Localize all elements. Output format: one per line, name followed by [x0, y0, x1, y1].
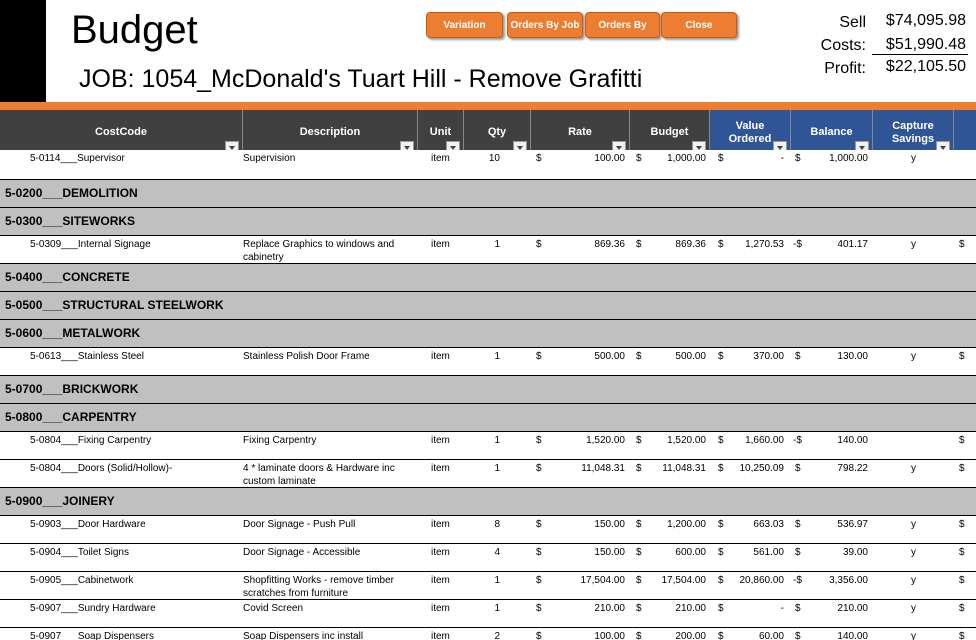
orange-divider: [0, 102, 976, 110]
costs-value: $51,990.48: [885, 36, 966, 53]
section-row[interactable]: 5-0400___CONCRETE: [0, 264, 976, 292]
section-row[interactable]: 5-0500___STRUCTURAL STEELWORK: [0, 292, 976, 320]
sell-value: $74,095.98: [885, 12, 966, 29]
costs-underline: [872, 54, 968, 55]
sell-label: Sell: [839, 14, 866, 31]
costs-label: Costs:: [820, 37, 866, 54]
table-row[interactable]: 5-0804___Doors (Solid/Hollow)- 4 * lamin…: [0, 460, 976, 488]
job-title: JOB: 1054_McDonald's Tuart Hill - Remove…: [79, 65, 643, 93]
section-row[interactable]: 5-0800___CARPENTRY: [0, 404, 976, 432]
table-row[interactable]: 5-0804___Fixing Carpentry Fixing Carpent…: [0, 432, 976, 460]
close-button[interactable]: Close: [661, 12, 737, 38]
section-row[interactable]: 5-0300___SITEWORKS: [0, 208, 976, 236]
table-row[interactable]: 5-0904___Toilet Signs Door Signage - Acc…: [0, 544, 976, 572]
table-row[interactable]: 5-0903___Door Hardware Door Signage - Pu…: [0, 516, 976, 544]
orders-by-job-button[interactable]: Orders By Job: [507, 12, 583, 38]
section-row[interactable]: 5-0700___BRICKWORK: [0, 376, 976, 404]
profit-value: $22,105.50: [885, 58, 966, 75]
orders-by-button[interactable]: Orders By: [585, 12, 660, 38]
table-row[interactable]: 5-0309___Internal Signage Replace Graphi…: [0, 236, 976, 264]
section-row[interactable]: 5-0200___DEMOLITION: [0, 180, 976, 208]
table-row[interactable]: 5-0613___Stainless Steel Stainless Polis…: [0, 348, 976, 376]
section-row[interactable]: 5-0900___JOINERY: [0, 488, 976, 516]
table-row[interactable]: 5-0905___Cabinetwork Shopfitting Works -…: [0, 572, 976, 600]
section-row[interactable]: 5-0600___METALWORK: [0, 320, 976, 348]
variation-button[interactable]: Variation: [426, 12, 503, 38]
table-row[interactable]: 5-0907___Sundry Hardware Covid Screen it…: [0, 600, 976, 628]
table-row-partial[interactable]: 5-0114___Supervisor Supervision item 10 …: [0, 150, 976, 180]
page-title: Budget: [71, 8, 198, 52]
table-row-partial[interactable]: 5-0907___Soap Dispensers Soap Dispensers…: [0, 628, 976, 640]
profit-label: Profit:: [824, 60, 866, 77]
left-black-bar: [0, 0, 46, 103]
